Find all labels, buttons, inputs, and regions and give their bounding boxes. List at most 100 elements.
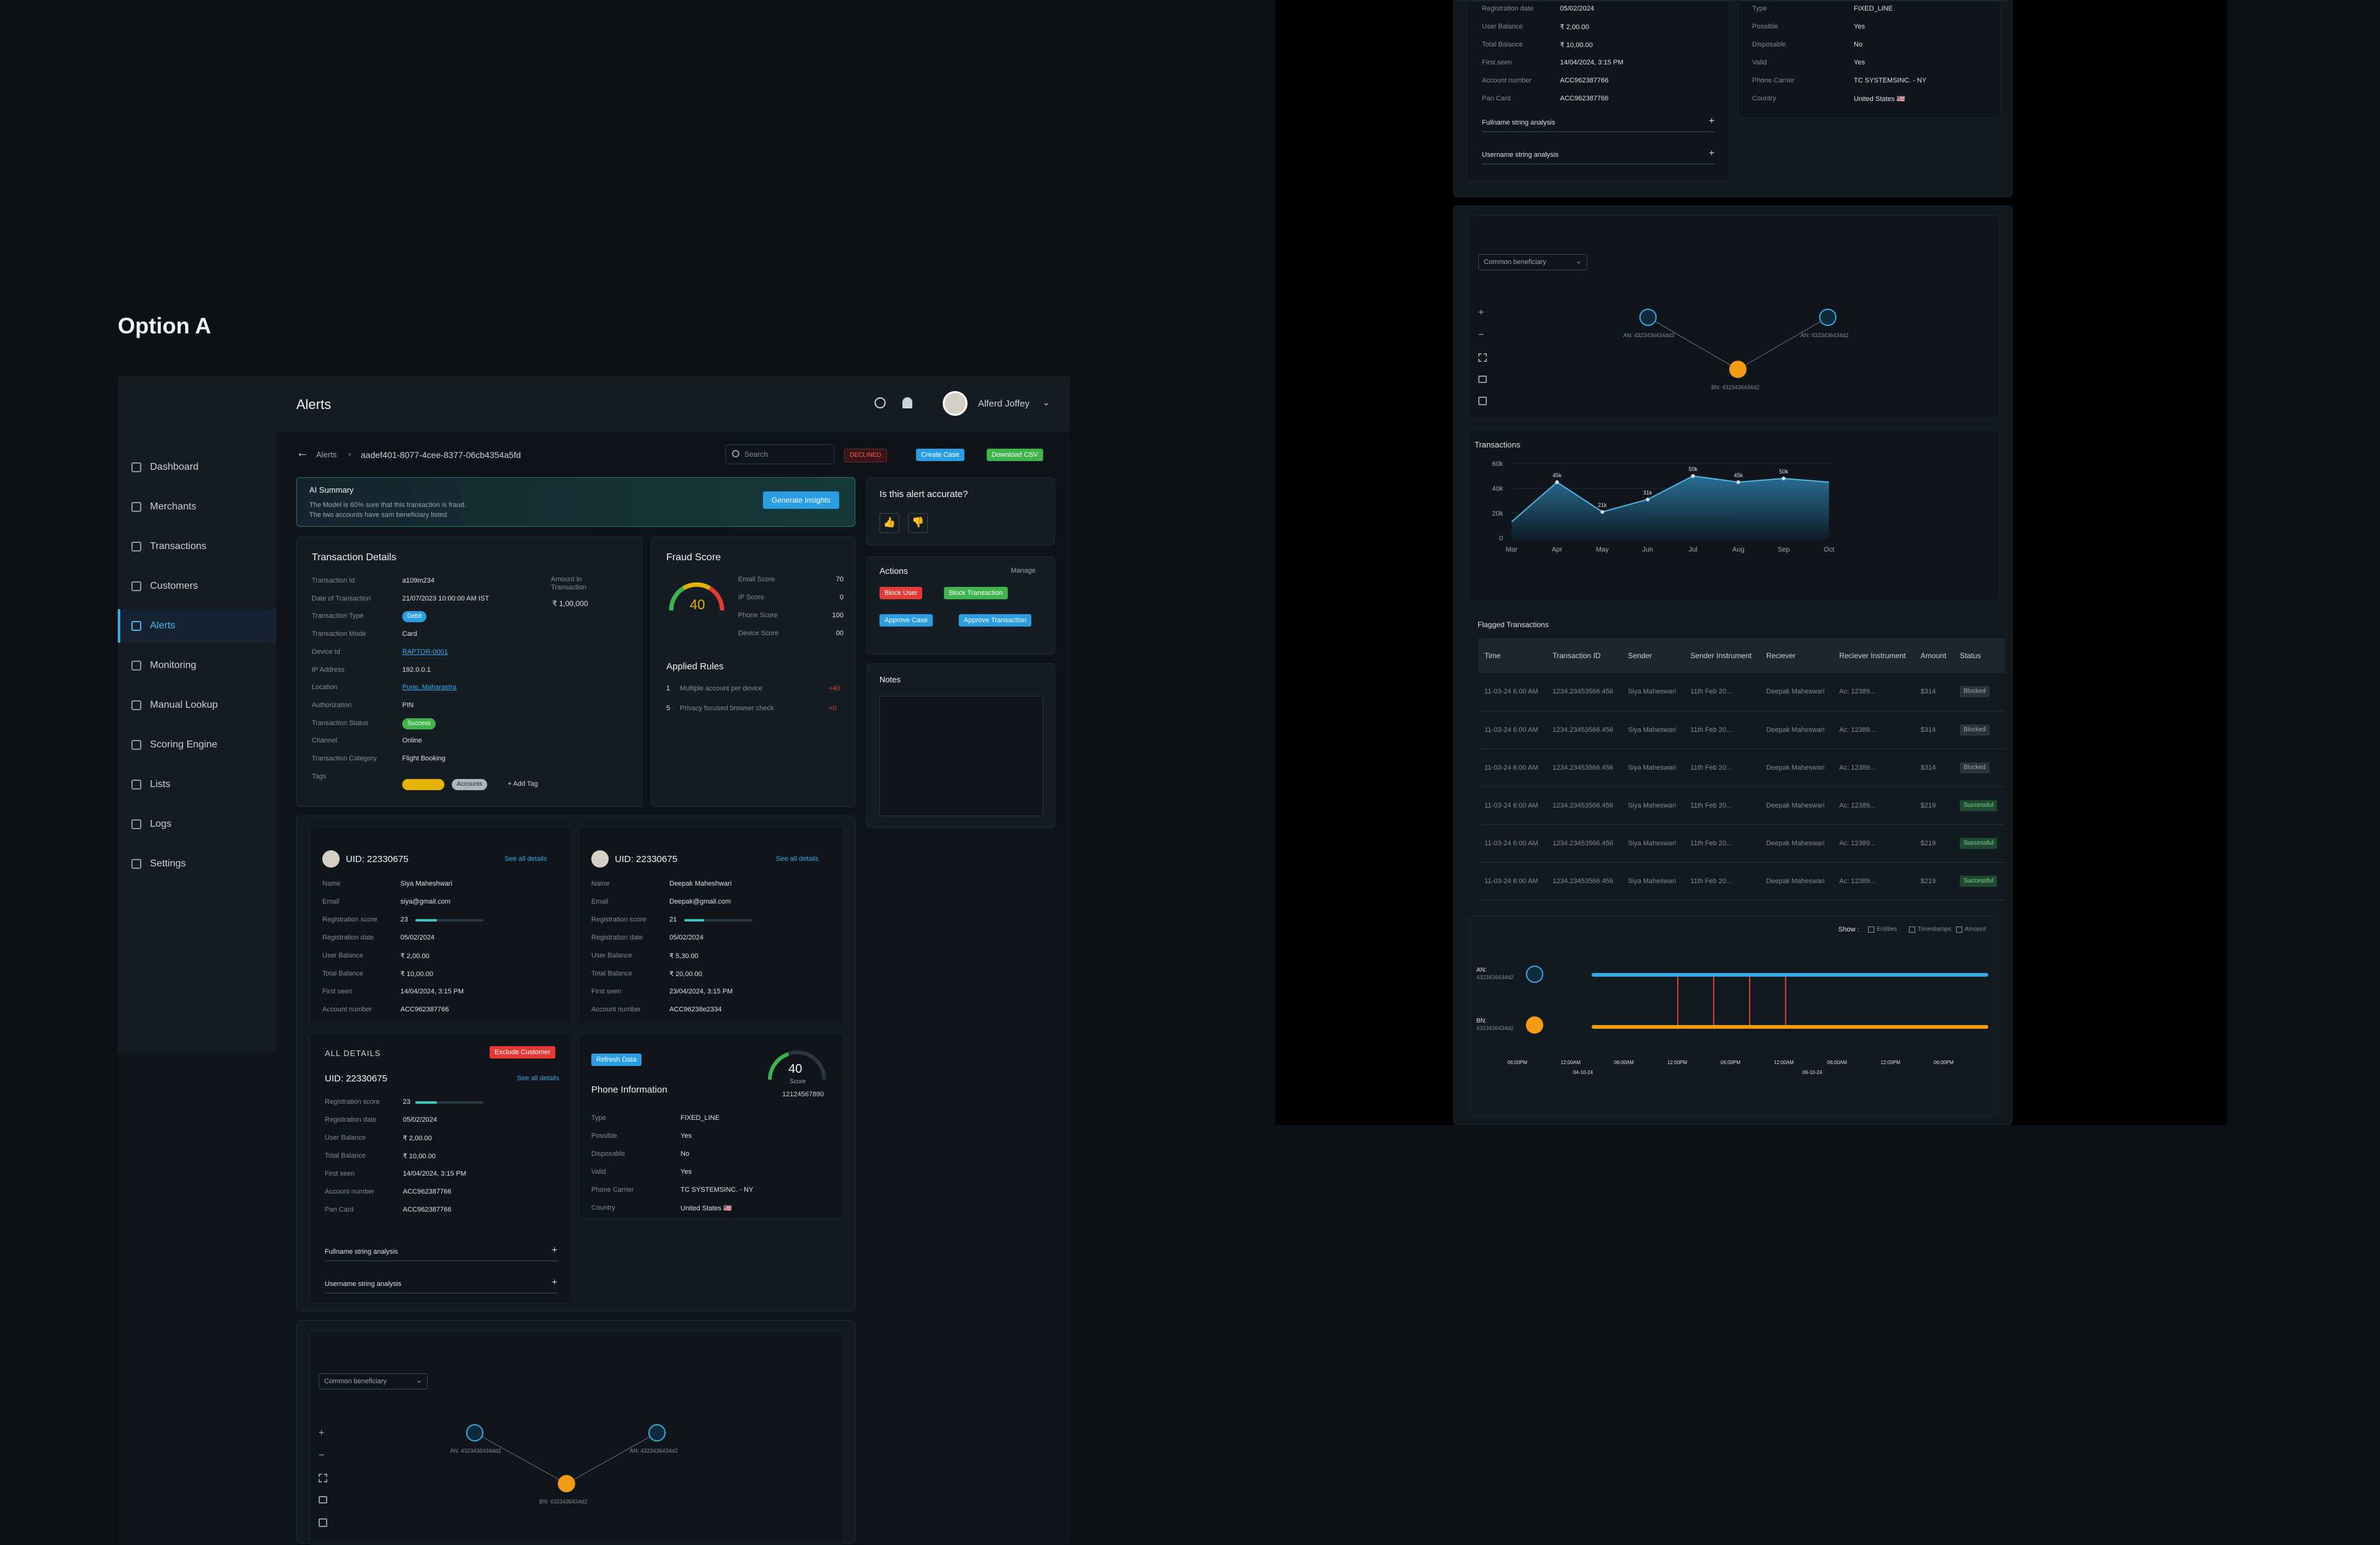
manage-link[interactable]: Manage <box>1011 567 1036 574</box>
sidebar-item-transactions[interactable]: Transactions <box>118 530 276 563</box>
tag-accounts[interactable]: Accounts <box>452 779 488 790</box>
checkbox-amount[interactable] <box>1956 927 1962 933</box>
table-cell: Ac: 12389... <box>1833 862 1915 900</box>
column-header[interactable]: Status <box>1954 638 2005 673</box>
see-all-details-link[interactable]: See all details <box>505 855 547 863</box>
beneficiary-node-icon[interactable] <box>558 1475 575 1492</box>
exclude-customer-button[interactable]: Exclude Customer <box>490 1046 555 1059</box>
field-value: ₹ 10,00.00 <box>1560 42 1593 49</box>
sidebar-item-scoring-engine[interactable]: Scoring Engine <box>118 728 276 762</box>
declined-dropdown[interactable]: DECLINED <box>844 449 887 462</box>
account-node-icon[interactable] <box>1819 309 1836 326</box>
field-value: ACC96238e2334 <box>669 1006 722 1013</box>
expand-icon[interactable]: + <box>552 1245 557 1256</box>
tx-label: Device Id <box>312 648 340 656</box>
add-tag-button[interactable]: + Add Tag <box>508 780 538 788</box>
data-point <box>1600 510 1605 514</box>
column-header[interactable]: Amount <box>1914 638 1954 673</box>
data-label: 50k <box>1779 469 1789 475</box>
breadcrumb-root[interactable]: Alerts <box>316 450 337 459</box>
account-node-icon[interactable] <box>466 1424 483 1442</box>
table-cell: 11-03-24 6:00 AM <box>1478 711 1546 749</box>
field-label: Name <box>591 880 610 887</box>
username-analysis[interactable]: Username string analysis <box>1482 151 1559 159</box>
sidebar-item-monitoring[interactable]: Monitoring <box>118 649 276 682</box>
field-value: 14/04/2024, 3:15 PM <box>400 988 464 995</box>
approve-case-button[interactable]: Approve Case <box>879 614 933 627</box>
block-transaction-button[interactable]: Block Transaction <box>944 587 1008 599</box>
search-icon[interactable] <box>875 397 886 408</box>
download-csv-button[interactable]: Download CSV <box>987 449 1043 461</box>
beneficiary-node-icon[interactable] <box>1526 1016 1543 1034</box>
account-node-icon[interactable] <box>648 1424 666 1442</box>
table-cell: 11th Feb 20... <box>1684 749 1760 787</box>
phone-field-label: Type <box>591 1114 606 1122</box>
table-cell: Ac: 12389... <box>1833 711 1915 749</box>
block-user-button[interactable]: Block User <box>879 587 923 599</box>
sidebar-item-alerts[interactable]: Alerts <box>118 609 276 643</box>
sidebar-item-lists[interactable]: Lists <box>118 768 276 801</box>
user-name[interactable]: Alferd Joffey <box>978 398 1029 409</box>
bell-icon[interactable] <box>902 397 912 408</box>
checkbox-timestamps[interactable] <box>1909 927 1915 933</box>
table-cell: 11th Feb 20... <box>1684 786 1760 825</box>
create-case-button[interactable]: Create Case <box>916 449 964 461</box>
thumbs-up-icon[interactable]: 👍 <box>879 513 899 533</box>
notes-textarea[interactable] <box>879 696 1043 816</box>
alert-icon <box>131 621 141 631</box>
sidebar-item-manual-lookup[interactable]: Manual Lookup <box>118 689 276 722</box>
search-icon <box>732 450 739 457</box>
avatar[interactable] <box>943 391 967 416</box>
table-row[interactable]: 11-03-24 6:00 AM 1234.23453566.456 Siya Ma… <box>1478 749 2005 787</box>
back-arrow-icon[interactable]: ← <box>296 446 309 460</box>
username-analysis[interactable]: Username string analysis <box>325 1280 402 1288</box>
sidebar-item-settings[interactable]: Settings <box>118 847 276 881</box>
expand-icon[interactable]: + <box>1709 116 1714 127</box>
field-value: Deepak@gmail.com <box>669 898 731 905</box>
approve-transaction-button[interactable]: Approve Transaction <box>959 614 1031 627</box>
chevron-down-icon[interactable]: ⌄ <box>1042 397 1050 408</box>
sidebar-item-label: Lists <box>150 779 170 790</box>
table-row[interactable]: 11-03-24 6:00 AM 1234.23453566.456 Siya Ma… <box>1478 786 2005 825</box>
column-header[interactable]: Time <box>1478 638 1546 673</box>
see-all-details-link[interactable]: See all details <box>776 855 819 863</box>
an-label: AN: <box>1476 967 1487 974</box>
table-row[interactable]: 11-03-24 6:00 AM 1234.23453566.456 Siya Ma… <box>1478 711 2005 749</box>
table-row[interactable]: 11-03-24 6:00 AM 1234.23453566.456 Siya Ma… <box>1478 824 2005 863</box>
fullname-analysis[interactable]: Fullname string analysis <box>1482 119 1555 126</box>
transaction-details-card: Transaction Details Transaction Id a109m2… <box>296 537 642 807</box>
account-node-icon[interactable] <box>1639 309 1657 326</box>
thumbs-down-icon[interactable]: 👎 <box>908 513 928 533</box>
tx-link[interactable]: Pune, Maharastra <box>402 684 456 691</box>
column-header[interactable]: Sender <box>1621 638 1685 673</box>
expand-icon[interactable]: + <box>1709 148 1714 159</box>
tx-link[interactable]: RAPTOR-0001 <box>402 648 448 656</box>
status-cell: Successful <box>1954 862 2005 900</box>
fraud-score-card: Fraud Score 40 Email Score 70 IP Score 0 Pho… <box>651 537 855 807</box>
column-header[interactable]: Reciever Instrument <box>1833 638 1915 673</box>
search-input[interactable]: Search <box>744 450 768 459</box>
column-header[interactable]: Sender Instrument <box>1684 638 1760 673</box>
column-header[interactable]: Reciever <box>1760 638 1833 673</box>
account-node-icon[interactable] <box>1526 966 1543 983</box>
checkbox-entities[interactable] <box>1868 927 1874 933</box>
field-label: Email <box>591 898 609 905</box>
node-label: AN: 4323436434d2 <box>1800 332 1849 338</box>
sidebar-item-dashboard[interactable]: Dashboard <box>118 451 276 484</box>
sidebar-item-logs[interactable]: Logs <box>118 808 276 841</box>
sidebar-item-customers[interactable]: Customers <box>118 570 276 603</box>
expand-icon[interactable]: + <box>552 1277 557 1288</box>
sidebar: Dashboard Merchants Transactions Customers A… <box>118 376 276 1053</box>
search-box[interactable]: Search <box>725 444 834 464</box>
generate-insights-button[interactable]: Generate Insights <box>763 491 839 509</box>
fullname-analysis[interactable]: Fullname string analysis <box>325 1248 398 1256</box>
beneficiary-node-icon[interactable] <box>1729 361 1747 378</box>
sidebar-item-merchants[interactable]: Merchants <box>118 490 276 524</box>
field-value: 05/02/2024 <box>403 1116 438 1124</box>
column-header[interactable]: Transaction ID <box>1546 638 1622 673</box>
see-all-details-link[interactable]: See all details <box>517 1075 560 1082</box>
refresh-data-button[interactable]: Refresh Data <box>591 1054 641 1066</box>
tag-yellow[interactable] <box>402 779 444 790</box>
table-row[interactable]: 11-03-24 6:00 AM 1234.23453566.456 Siya Ma… <box>1478 673 2005 711</box>
table-row[interactable]: 11-03-24 6:00 AM 1234.23453566.456 Siya Ma… <box>1478 862 2005 900</box>
